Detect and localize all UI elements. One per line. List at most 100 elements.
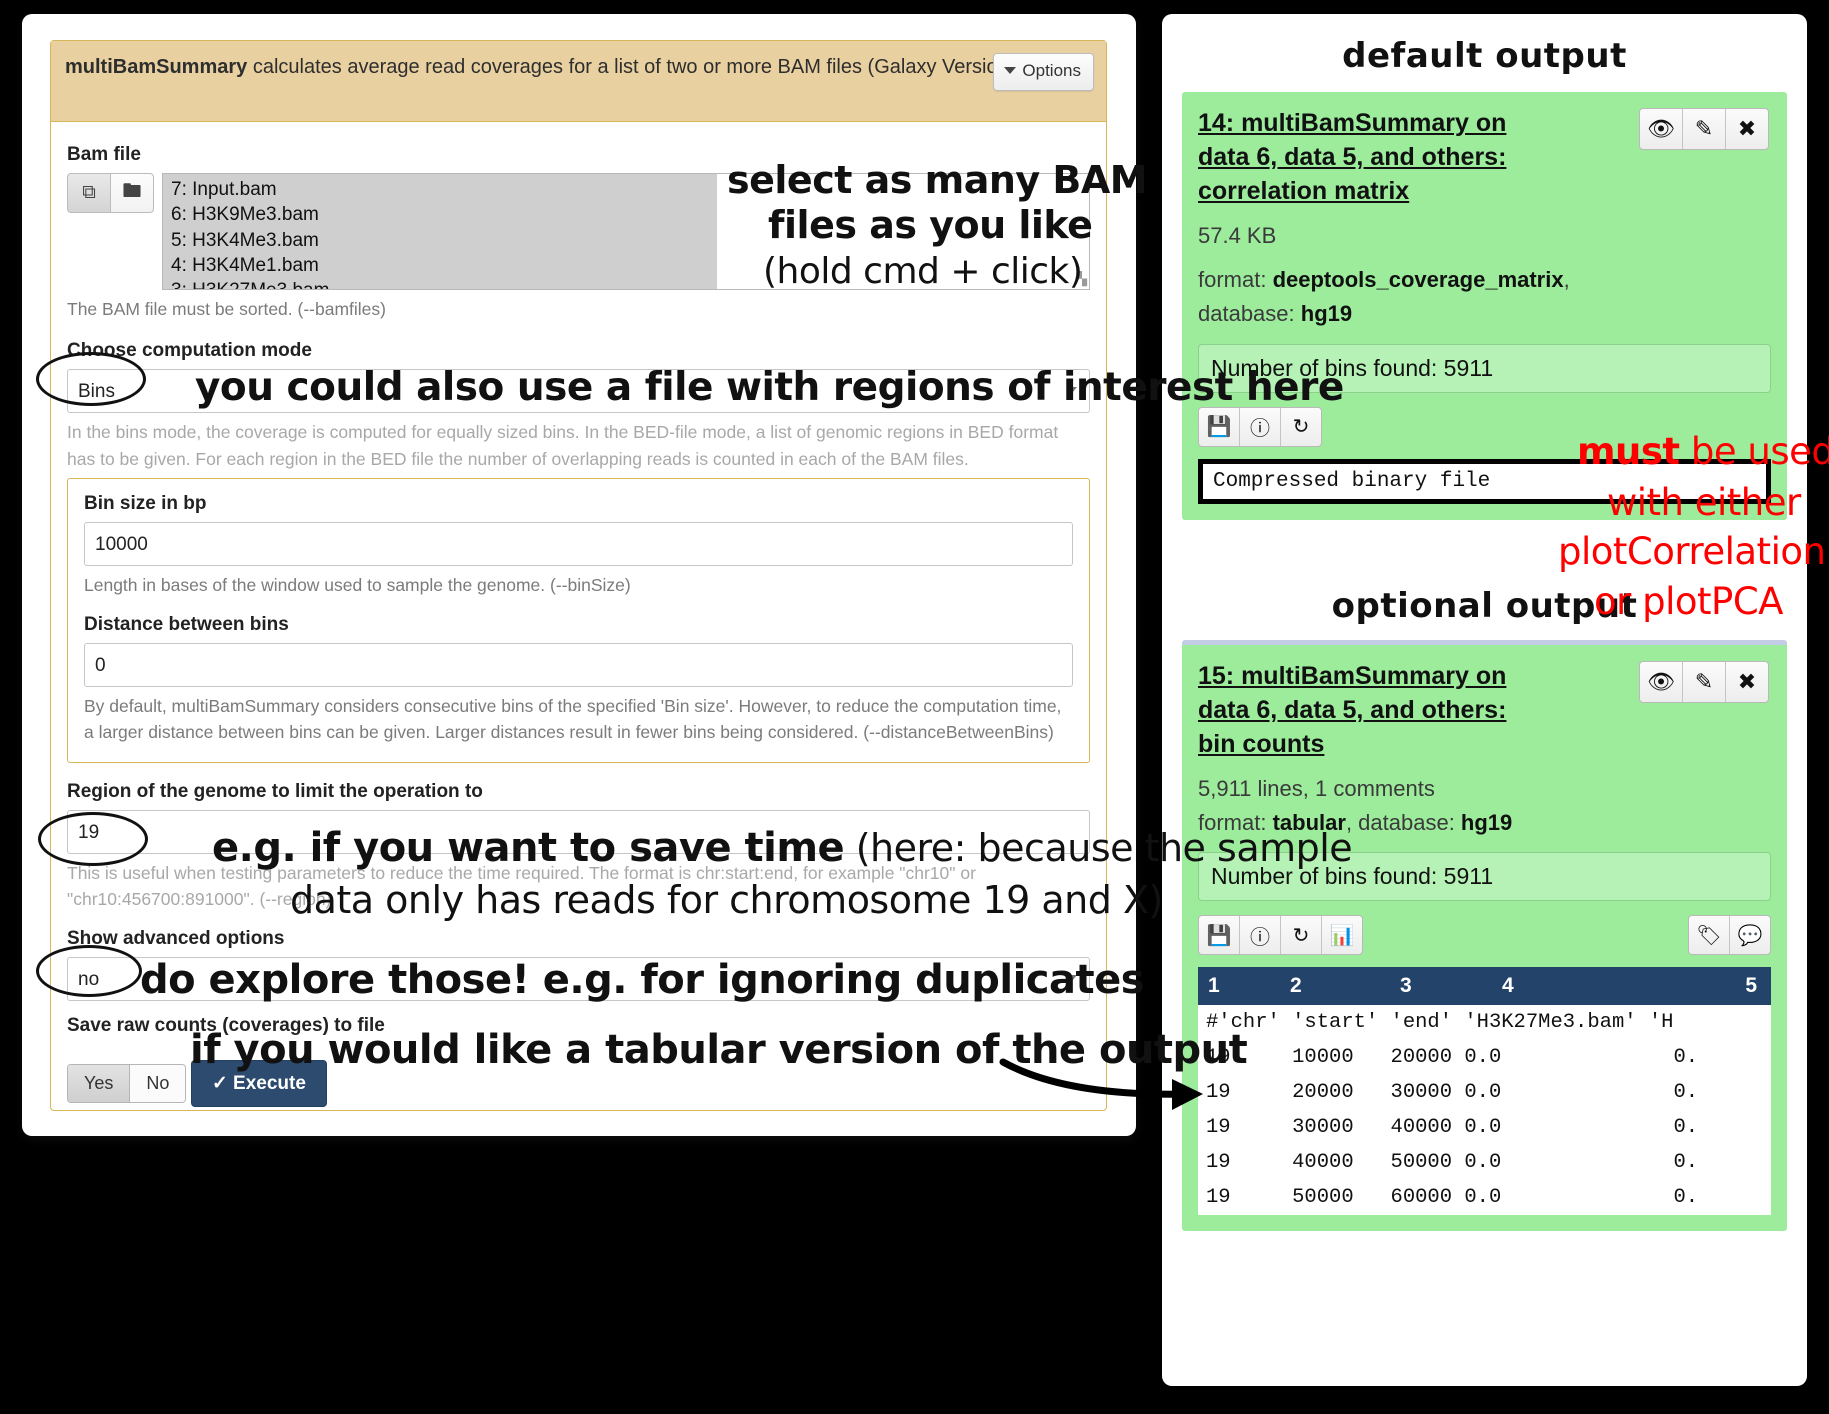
bin-size-help: Length in bases of the window used to sa… [84, 574, 631, 595]
format-label: format: [1198, 266, 1273, 292]
galaxy-history-window: default output 14: multiBamSummary on da… [1162, 14, 1807, 1386]
folder-icon[interactable]: 🖿 [111, 173, 154, 213]
annotation-region-line1: e.g. if you want to save time (here: bec… [212, 825, 1353, 871]
options-button[interactable]: Options [993, 53, 1094, 91]
multi-dataset-icon[interactable]: ⧉ [67, 173, 111, 213]
execute-label: Execute [233, 1073, 306, 1094]
table-row: #'chr' 'start' 'end' 'H3K27Me3.bam' 'H [1206, 1011, 1674, 1035]
save-raw-counts-yes[interactable]: Yes [68, 1065, 131, 1102]
annotation-region-bold: e.g. if you want to save time [212, 825, 845, 871]
table-row: 19 20000 30000 0.0 0. [1206, 1081, 1699, 1105]
dataset-15-preview-table: 1 2 3 4 5 #'chr' 'start' 'end' 'H3K27Me3… [1198, 967, 1771, 1216]
chevron-down-icon [1004, 67, 1017, 74]
distance-between-bins-input[interactable]: 0 [84, 643, 1073, 687]
database-value: hg19 [1300, 300, 1353, 326]
close-icon[interactable]: ✖ [1726, 662, 1768, 702]
table-header-row: 1 2 3 4 5 [1198, 967, 1771, 1006]
dataset-15-lines: 5,911 lines, 1 comments [1198, 775, 1435, 801]
bin-size-label: Bin size in bp [84, 492, 207, 514]
screenshot-root: multiBamSummary calculates average read … [0, 0, 1829, 1414]
annotation-bam-select-line1: select as many BAM [727, 158, 1148, 202]
bam-file-help: The BAM file must be sorted. (--bamfiles… [67, 299, 386, 319]
tags-icon[interactable]: 🏷 [1689, 916, 1730, 955]
eye-icon[interactable]: 👁 [1640, 109, 1683, 149]
list-item[interactable]: 6: H3K9Me3.bam [169, 202, 717, 227]
highlight-ellipse-advanced [36, 945, 142, 997]
save-icon[interactable]: 💾 [1199, 407, 1240, 446]
annotation-regions-of-interest: you could also use a file with regions o… [195, 365, 1344, 410]
advanced-options-label: Show advanced options [67, 928, 285, 949]
dataset-15-tool-group-left: 💾 ⓘ ↻ 📊 [1198, 915, 1363, 956]
visualize-icon[interactable]: 📊 [1322, 916, 1362, 954]
bam-source-toggle: ⧉ 🖿 [67, 173, 154, 213]
database-label: database: [1358, 809, 1461, 835]
annotation-region-line2: data only has reads for chromosome 19 an… [290, 878, 1163, 922]
annotation-advanced-options: do explore those! e.g. for ignoring dupl… [140, 957, 1145, 1003]
table-row: 19 10000 20000 0.0 0. [1206, 1046, 1699, 1070]
list-item[interactable]: 7: Input.bam [169, 177, 717, 202]
annotation-bam-select-line2: files as you like [768, 203, 1093, 247]
save-raw-counts-toggle[interactable]: Yes No [67, 1064, 187, 1103]
annotation-must-line1: must be used [1577, 430, 1829, 473]
format-value: deeptools_coverage_matrix [1272, 266, 1564, 292]
dataset-14-actions: 👁 ✎ ✖ [1639, 108, 1769, 150]
highlight-ellipse-region [38, 812, 148, 866]
list-item[interactable]: 5: H3K4Me3.bam [169, 228, 717, 253]
dataset-15-tool-group-right: 🏷 💬 [1688, 915, 1771, 956]
comment-icon[interactable]: 💬 [1730, 916, 1770, 954]
dataset-14-size: 57.4 KB [1198, 223, 1277, 248]
eye-icon[interactable]: 👁 [1640, 661, 1683, 702]
pencil-icon[interactable]: ✎ [1683, 109, 1726, 149]
rerun-icon[interactable]: ↻ [1281, 916, 1322, 955]
column-header: 1 [1208, 974, 1220, 998]
format-sep: , [1563, 266, 1570, 292]
table-row: 19 30000 40000 0.0 0. [1206, 1116, 1699, 1140]
dataset-15-tools: 💾 ⓘ ↻ 📊 🏷 💬 [1198, 915, 1771, 956]
list-item[interactable]: 4: H3K4Me1.bam [169, 253, 717, 278]
column-header: 4 [1502, 974, 1514, 998]
tool-name: multiBamSummary [65, 56, 248, 78]
tool-header: multiBamSummary calculates average read … [51, 41, 1106, 122]
annotation-must-line2: with either [1607, 481, 1801, 524]
pencil-icon[interactable]: ✎ [1683, 661, 1726, 702]
database-value: hg19 [1460, 809, 1513, 835]
annotation-must-line4: or plotPCA [1594, 580, 1783, 623]
bins-options-box: Bin size in bp 10000 Length in bases of … [67, 477, 1090, 763]
annotation-must-rest: be used [1679, 430, 1829, 473]
save-raw-counts-no[interactable]: No [130, 1065, 186, 1102]
dataset-15[interactable]: 15: multiBamSummary on data 6, data 5, a… [1182, 639, 1787, 1232]
distance-between-bins-help: By default, multiBamSummary considers co… [84, 696, 1062, 743]
computation-mode-help: In the bins mode, the coverage is comput… [67, 422, 1059, 469]
annotation-must-line3: plotCorrelation [1558, 530, 1826, 573]
annotation-must-bold: must [1577, 430, 1680, 473]
close-icon[interactable]: ✖ [1726, 109, 1768, 149]
dataset-14-database-line: database: hg19 [1198, 298, 1771, 330]
info-icon[interactable]: ⓘ [1240, 407, 1281, 446]
column-header: 2 [1290, 974, 1302, 998]
column-header: 3 [1400, 974, 1412, 998]
computation-mode-label: Choose computation mode [67, 340, 312, 362]
annotation-raw-counts: if you would like a tabular version of t… [190, 1027, 1248, 1073]
dataset-14-title[interactable]: 14: multiBamSummary on data 6, data 5, a… [1198, 106, 1518, 208]
default-output-title: default output [1342, 36, 1627, 76]
dataset-15-actions: 👁 ✎ ✖ [1639, 660, 1769, 703]
tool-description: calculates average read coverages for a … [247, 56, 1083, 78]
save-icon[interactable]: 💾 [1199, 916, 1240, 955]
rerun-icon[interactable]: ↻ [1281, 408, 1321, 446]
highlight-ellipse-bins [36, 352, 146, 406]
dataset-15-title[interactable]: 15: multiBamSummary on data 6, data 5, a… [1198, 659, 1518, 761]
column-header: 5 [1745, 974, 1757, 998]
check-icon: ✓ [211, 1073, 228, 1094]
bin-size-input[interactable]: 10000 [84, 521, 1073, 566]
dataset-14-format-line: format: deeptools_coverage_matrix, [1198, 264, 1771, 296]
dataset-14-tool-group-left: 💾 ⓘ ↻ [1198, 406, 1322, 447]
annotation-region-thin: (here: because the sample [844, 826, 1353, 870]
region-label: Region of the genome to limit the operat… [67, 780, 483, 802]
list-item[interactable]: 3: H3K27Me3.bam [169, 278, 717, 289]
table-row: 19 40000 50000 0.0 0. [1206, 1151, 1699, 1175]
info-icon[interactable]: ⓘ [1240, 916, 1281, 955]
annotation-bam-select-line3: (hold cmd + click) [763, 251, 1083, 292]
options-label: Options [1022, 61, 1081, 80]
distance-between-bins-label: Distance between bins [84, 614, 289, 635]
table-row: 19 50000 60000 0.0 0. [1206, 1186, 1699, 1210]
